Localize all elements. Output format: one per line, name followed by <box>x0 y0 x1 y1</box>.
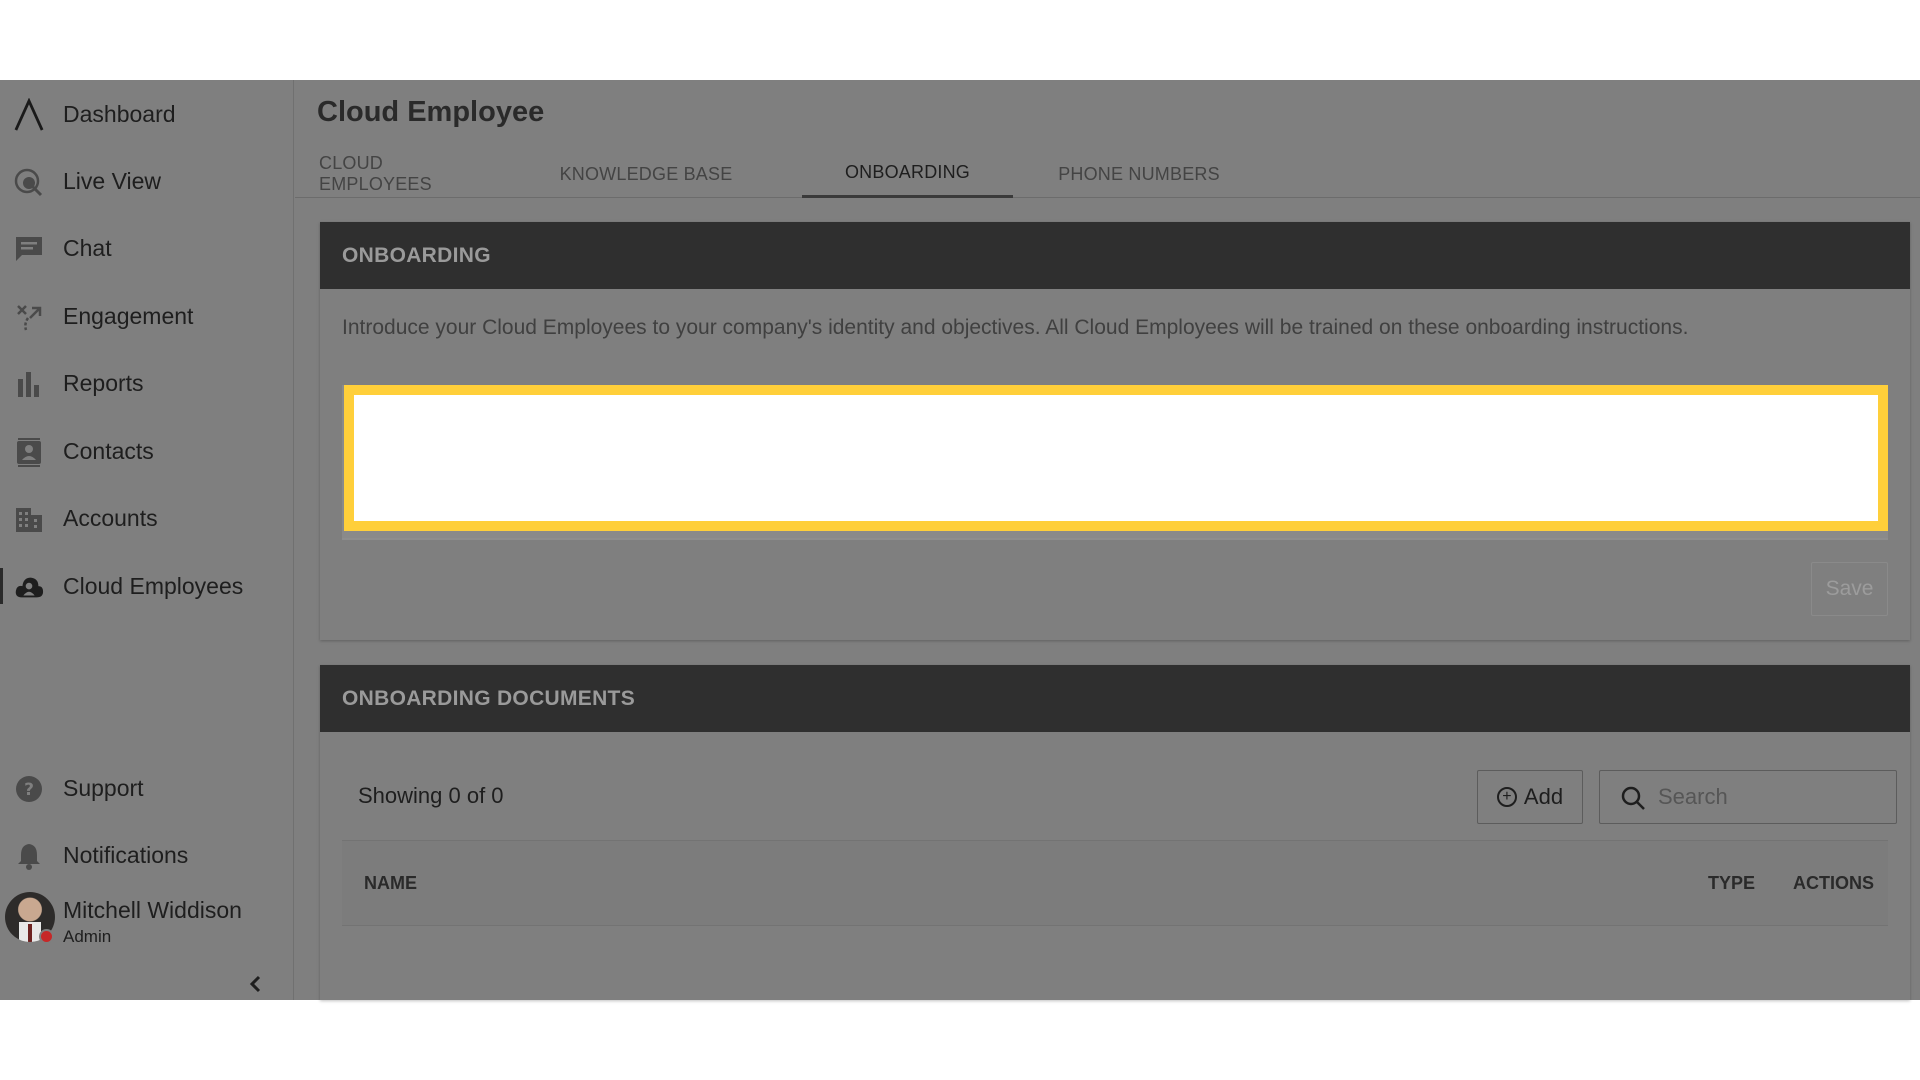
sidebar-item-label: Accounts <box>63 504 158 531</box>
add-document-button[interactable]: + Add <box>1477 770 1583 824</box>
sidebar-item-dashboard[interactable]: Dashboard <box>0 86 294 142</box>
search-input[interactable] <box>1658 779 1888 815</box>
sidebar-item-support[interactable]: ? Support <box>0 760 294 816</box>
contacts-icon <box>14 437 44 467</box>
profile-role: Admin <box>63 927 112 946</box>
app-window: Dashboard Live View Chat Engagement Repo… <box>0 80 1920 1000</box>
chat-icon <box>14 234 44 264</box>
sidebar-item-contacts[interactable]: Contacts <box>0 423 294 479</box>
sidebar-item-label: Contacts <box>63 437 154 464</box>
sidebar-item-reports[interactable]: Reports <box>0 355 294 411</box>
tab-knowledge-base[interactable]: KNOWLEDGE BASE <box>556 150 736 198</box>
svg-text:?: ? <box>24 780 34 800</box>
search-box <box>1599 770 1897 824</box>
logo-icon <box>14 98 44 131</box>
sidebar-item-accounts[interactable]: Accounts <box>0 490 294 546</box>
editor-container <box>342 385 1888 540</box>
tab-phone-numbers[interactable]: PHONE NUMBERS <box>1049 150 1229 198</box>
add-circle-icon: + <box>1496 787 1517 807</box>
sidebar-item-engagement[interactable]: Engagement <box>0 288 294 344</box>
status-indicator <box>39 929 54 944</box>
sidebar-item-label: Support <box>63 774 144 801</box>
sidebar-item-cloud-employees[interactable]: Cloud Employees <box>0 558 294 614</box>
column-header-type[interactable]: TYPE <box>1708 873 1755 894</box>
live-view-icon <box>14 167 44 197</box>
onboarding-instructions-editor[interactable] <box>344 385 1888 531</box>
collapse-sidebar-button[interactable] <box>245 973 267 995</box>
card-title: ONBOARDING <box>342 243 491 267</box>
card-title: ONBOARDING DOCUMENTS <box>342 686 635 710</box>
chevron-left-icon <box>249 975 261 993</box>
card-header: ONBOARDING DOCUMENTS <box>320 665 1910 732</box>
help-icon: ? <box>14 774 44 804</box>
add-button-label: Add <box>1523 784 1564 809</box>
cloud-person-icon <box>14 572 44 602</box>
sidebar-item-label: Live View <box>63 167 162 194</box>
column-header-name[interactable]: NAME <box>364 873 417 894</box>
building-icon <box>14 504 44 534</box>
bell-icon <box>14 841 44 871</box>
onboarding-documents-card: ONBOARDING DOCUMENTS Showing 0 of 0 + Ad… <box>320 665 1910 1000</box>
results-count: Showing 0 of 0 <box>358 783 504 808</box>
tab-bar: CLOUD EMPLOYEES KNOWLEDGE BASE ONBOARDIN… <box>295 150 1920 198</box>
user-profile[interactable]: Mitchell Widdison Admin <box>0 892 294 952</box>
sidebar-item-chat[interactable]: Chat <box>0 220 294 276</box>
onboarding-card: ONBOARDING Introduce your Cloud Employee… <box>320 222 1910 640</box>
sidebar-item-live-view[interactable]: Live View <box>0 153 294 209</box>
card-header: ONBOARDING <box>320 222 1910 289</box>
sidebar-item-label: Engagement <box>63 302 194 329</box>
onboarding-description: Introduce your Cloud Employees to your c… <box>342 316 1689 339</box>
profile-name: Mitchell Widdison <box>63 897 242 923</box>
sidebar: Dashboard Live View Chat Engagement Repo… <box>0 80 294 1000</box>
column-header-actions: ACTIONS <box>1793 873 1874 893</box>
engagement-icon <box>14 302 44 332</box>
documents-table-header: NAME TYPE ACTIONS <box>342 840 1888 926</box>
main-content: Cloud Employee CLOUD EMPLOYEES KNOWLEDGE… <box>295 80 1920 1000</box>
sidebar-item-notifications[interactable]: Notifications <box>0 827 294 883</box>
sidebar-item-label: Cloud Employees <box>63 572 244 599</box>
search-icon <box>1621 786 1645 810</box>
sidebar-item-label: Notifications <box>63 841 189 868</box>
tab-cloud-employees[interactable]: CLOUD EMPLOYEES <box>319 150 499 198</box>
sidebar-item-label: Chat <box>63 234 112 261</box>
tab-onboarding[interactable]: ONBOARDING <box>802 150 1013 198</box>
sidebar-item-label: Dashboard <box>63 100 176 127</box>
sidebar-item-label: Reports <box>63 369 144 396</box>
page-title: Cloud Employee <box>317 96 545 128</box>
bar-chart-icon <box>14 369 44 399</box>
save-button[interactable]: Save <box>1811 562 1888 616</box>
